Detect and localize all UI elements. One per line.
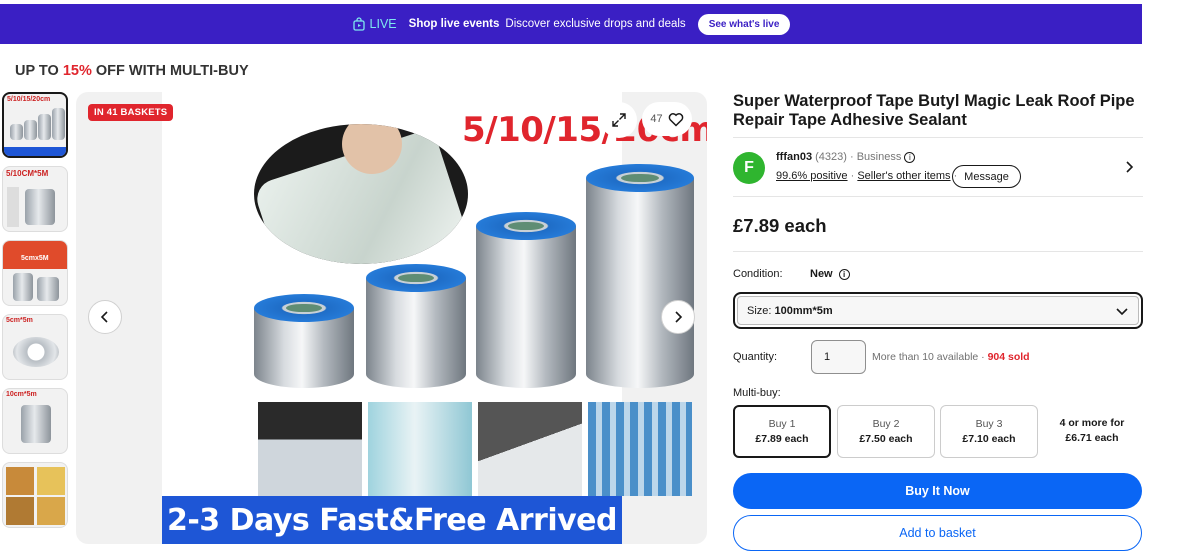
message-seller-button[interactable]: Message bbox=[952, 165, 1021, 188]
seller-links: 99.6% positive · Seller's other items · bbox=[776, 170, 957, 182]
tier-qty: Buy 1 bbox=[768, 417, 796, 430]
chevron-right-icon bbox=[1126, 161, 1134, 173]
multibuy-label: Multi-buy: bbox=[733, 387, 781, 399]
tape-roll-10cm bbox=[366, 264, 466, 388]
previous-image-button[interactable] bbox=[88, 300, 122, 334]
tape-roll-5cm bbox=[254, 294, 354, 388]
seller-positive-link[interactable]: 99.6% positive bbox=[776, 170, 848, 182]
tape-roll-15cm bbox=[476, 212, 576, 388]
tier-price: £7.50 each bbox=[859, 432, 913, 445]
chevron-left-icon bbox=[100, 311, 108, 323]
thumbnail-label: 5cmx5M bbox=[21, 255, 49, 262]
thumbnail-1[interactable]: 5/10/15/20cm bbox=[2, 92, 68, 158]
info-icon[interactable]: i bbox=[838, 268, 850, 280]
product-page: LIVE Shop live events Discover exclusive… bbox=[0, 0, 1200, 554]
tape-closeup-image bbox=[254, 124, 468, 264]
promo-percent: 15% bbox=[62, 63, 92, 79]
main-image-gallery: 5/10/15/20cm 2-3 Days Fast&Free Arrived … bbox=[76, 92, 707, 544]
multibuy-tier-3[interactable]: Buy 3 £7.10 each bbox=[940, 405, 1038, 458]
tier-qty: Buy 2 bbox=[872, 417, 900, 430]
add-to-basket-button[interactable]: Add to basket bbox=[733, 515, 1142, 551]
usage-photo-pipe bbox=[368, 402, 472, 496]
thumbnail-label: 5/10/15/20cm bbox=[7, 96, 51, 103]
seller-avatar[interactable]: F bbox=[733, 152, 765, 184]
available-count: More than 10 available · bbox=[872, 351, 988, 363]
seller-details-chevron[interactable] bbox=[1124, 158, 1134, 179]
info-icon[interactable]: i bbox=[904, 152, 916, 163]
live-bag-icon bbox=[352, 17, 365, 31]
live-banner-text: Discover exclusive drops and deals bbox=[505, 18, 686, 30]
condition-value: New i bbox=[810, 268, 850, 280]
seller-type: · Business bbox=[849, 151, 902, 163]
multibuy-tier-4-plus[interactable]: 4 or more for £6.71 each bbox=[1046, 416, 1138, 446]
expand-icon bbox=[612, 113, 626, 127]
usage-photo-window bbox=[258, 402, 362, 496]
size-label: Size: bbox=[747, 304, 772, 317]
live-tag-text: LIVE bbox=[369, 17, 397, 31]
size-value: 100mm*5m bbox=[774, 304, 833, 317]
tier-price: £7.89 each bbox=[755, 432, 809, 445]
thumbnail-label: 5cm*5m bbox=[6, 317, 33, 324]
quantity-input[interactable]: 1 bbox=[811, 340, 866, 374]
size-select[interactable]: Size: 100mm*5m bbox=[733, 292, 1143, 329]
baskets-badge: IN 41 BASKETS bbox=[88, 104, 174, 121]
multibuy-tier-2[interactable]: Buy 2 £7.50 each bbox=[837, 405, 935, 458]
quantity-label: Quantity: bbox=[733, 351, 778, 363]
tier-price: £7.10 each bbox=[962, 432, 1016, 445]
chevron-right-icon bbox=[675, 311, 683, 323]
condition-text: New bbox=[810, 268, 833, 280]
condition-label: Condition: bbox=[733, 268, 783, 280]
thumbnail-3[interactable]: 5cmx5M bbox=[2, 240, 68, 306]
tier-qty: Buy 3 bbox=[975, 417, 1003, 430]
divider bbox=[733, 137, 1143, 138]
heart-icon bbox=[668, 112, 683, 127]
live-banner-title: Shop live events bbox=[408, 18, 500, 30]
multibuy-promo-heading: UP TO 15% OFF WITH MULTI-BUY bbox=[15, 63, 249, 79]
shipping-banner: 2-3 Days Fast&Free Arrived bbox=[162, 496, 622, 544]
next-image-button[interactable] bbox=[661, 300, 695, 334]
thumbnail-2[interactable]: 5/10CM*5M bbox=[2, 166, 68, 232]
seller-other-items-link[interactable]: Seller's other items bbox=[857, 170, 950, 182]
thumbnail-strip: 5/10/15/20cm 5/10CM*5M 5cmx5M 5cm*5m 10c… bbox=[2, 92, 70, 554]
sold-count: 904 sold bbox=[987, 351, 1030, 363]
multibuy-tier-1[interactable]: Buy 1 £7.89 each bbox=[733, 405, 831, 458]
seller-name[interactable]: fffan03 bbox=[776, 151, 812, 163]
thumbnail-4[interactable]: 5cm*5m bbox=[2, 314, 68, 380]
expand-image-button[interactable] bbox=[601, 102, 637, 138]
tape-roll-20cm bbox=[586, 164, 694, 388]
live-events-banner: LIVE Shop live events Discover exclusive… bbox=[0, 4, 1142, 44]
buy-it-now-button[interactable]: Buy It Now bbox=[733, 473, 1142, 509]
tier-more-qty: 4 or more for bbox=[1059, 417, 1125, 429]
thumbnail-6[interactable] bbox=[2, 462, 68, 528]
thumbnail-label: 10cm*5m bbox=[6, 391, 37, 398]
thumbnail-label: 5/10CM*5M bbox=[6, 169, 49, 178]
see-whats-live-button[interactable]: See what's live bbox=[697, 13, 791, 35]
watch-count: 47 bbox=[650, 113, 663, 125]
chevron-down-icon bbox=[1116, 307, 1128, 315]
separator-dot: · bbox=[850, 170, 855, 182]
promo-suffix: OFF WITH MULTI-BUY bbox=[91, 63, 249, 79]
live-tag: LIVE bbox=[352, 17, 397, 31]
product-image[interactable]: 5/10/15/20cm 2-3 Days Fast&Free Arrived bbox=[162, 92, 707, 544]
availability-text: More than 10 available · 904 sold bbox=[872, 351, 1030, 363]
tier-more-price: £6.71 each bbox=[1065, 432, 1119, 444]
seller-info: fffan03 (4323) · Business i bbox=[776, 151, 916, 163]
watch-button[interactable]: 47 bbox=[642, 102, 692, 136]
usage-photo-roof bbox=[588, 402, 692, 496]
seller-feedback-count: (4323) bbox=[815, 151, 847, 163]
item-price: £7.89 each bbox=[733, 215, 827, 236]
usage-photo-corner bbox=[478, 402, 582, 496]
thumbnail-5[interactable]: 10cm*5m bbox=[2, 388, 68, 454]
divider bbox=[733, 251, 1143, 252]
product-title: Super Waterproof Tape Butyl Magic Leak R… bbox=[733, 92, 1135, 129]
promo-prefix: UP TO bbox=[15, 63, 63, 79]
divider bbox=[733, 196, 1143, 197]
